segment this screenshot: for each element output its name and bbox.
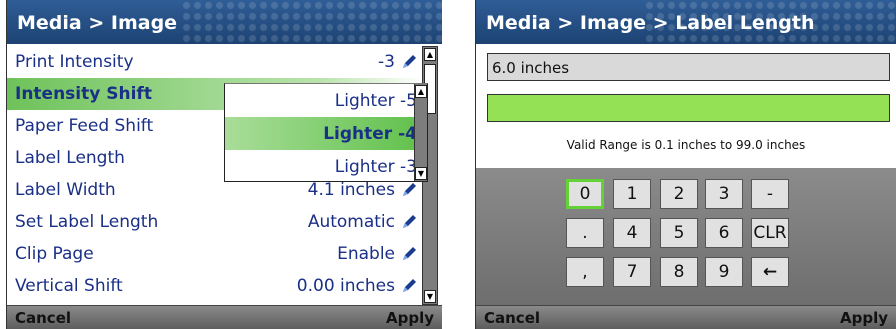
key-minus[interactable]: - (751, 179, 789, 209)
key-5[interactable]: 5 (660, 218, 698, 248)
setting-label: Clip Page (15, 244, 94, 264)
setting-label: Vertical Shift (15, 276, 123, 296)
setting-label: Intensity Shift (15, 84, 152, 104)
setting-value: Automatic (307, 212, 395, 232)
softkey-bar: Cancel Apply (476, 305, 896, 329)
new-value-input[interactable] (487, 94, 890, 122)
dropdown-option-lighter-4[interactable]: Lighter -4 (225, 117, 427, 150)
dropdown-scrollbar[interactable]: ▲ ▼ (414, 84, 427, 181)
key-9[interactable]: 9 (705, 257, 743, 287)
setting-label: Set Label Length (15, 212, 159, 232)
setting-value: 0.00 inches (296, 276, 395, 296)
key-comma[interactable]: , (566, 257, 604, 287)
edit-pencil-icon (403, 183, 416, 196)
scroll-up-arrow-icon[interactable]: ▲ (424, 48, 436, 61)
cancel-button[interactable]: Cancel (15, 309, 71, 327)
edit-pencil-icon (403, 279, 416, 292)
screen-title: Media > Image (17, 12, 178, 34)
key-6[interactable]: 6 (705, 218, 743, 248)
title-bar: Media > Image (7, 0, 442, 44)
current-value-field: 6.0 inches (487, 53, 890, 81)
dropdown-option-lighter-3[interactable]: Lighter -3 (225, 150, 427, 181)
screen-title: Media > Image > Label Length (486, 12, 815, 34)
key-decimal[interactable]: . (566, 218, 604, 248)
edit-pencil-icon (403, 215, 416, 228)
setting-label: Label Width (15, 180, 116, 200)
setting-value: Enable (337, 244, 395, 264)
key-8[interactable]: 8 (660, 257, 698, 287)
backspace-arrow-icon[interactable]: ← (751, 257, 789, 287)
image-settings-screen: Media > Image Print Intensity -3 Intensi… (6, 0, 442, 329)
softkey-bar: Cancel Apply (7, 305, 442, 329)
key-0[interactable]: 0 (566, 179, 604, 209)
scroll-up-arrow-icon[interactable]: ▲ (415, 85, 427, 98)
setting-value: 4.1 inches (307, 180, 395, 200)
apply-button[interactable]: Apply (386, 309, 434, 327)
valid-range-hint: Valid Range is 0.1 inches to 99.0 inches (566, 138, 806, 152)
setting-value: -3 (378, 52, 395, 72)
scroll-down-arrow-icon[interactable]: ▼ (415, 167, 427, 180)
setting-row-set-label-length[interactable]: Set Label Length Automatic (7, 206, 423, 238)
cancel-button[interactable]: Cancel (484, 309, 540, 327)
setting-label: Print Intensity (15, 52, 134, 72)
setting-row-print-intensity[interactable]: Print Intensity -3 (7, 46, 423, 78)
title-bar: Media > Image > Label Length (476, 0, 896, 44)
apply-button[interactable]: Apply (840, 309, 888, 327)
edit-pencil-icon (403, 55, 416, 68)
edit-pencil-icon (403, 247, 416, 260)
intensity-shift-dropdown[interactable]: Lighter -5 Lighter -4 Lighter -3 ▲ ▼ (224, 83, 428, 182)
key-3[interactable]: 3 (705, 179, 743, 209)
key-clear[interactable]: CLR (751, 218, 789, 248)
setting-row-vertical-shift[interactable]: Vertical Shift 0.00 inches (7, 270, 423, 302)
label-length-screen: Media > Image > Label Length 6.0 inches … (475, 0, 896, 329)
numeric-keypad: 0 1 2 3 - . 4 5 6 CLR , 7 8 9 ← (476, 168, 896, 305)
setting-label: Paper Feed Shift (15, 116, 154, 136)
scroll-down-arrow-icon[interactable]: ▼ (424, 290, 436, 303)
key-1[interactable]: 1 (613, 179, 651, 209)
dropdown-option-lighter-5[interactable]: Lighter -5 (225, 84, 427, 117)
setting-label: Label Length (15, 148, 125, 168)
key-4[interactable]: 4 (613, 218, 651, 248)
setting-row-clip-page[interactable]: Clip Page Enable (7, 238, 423, 270)
key-2[interactable]: 2 (660, 179, 698, 209)
key-7[interactable]: 7 (613, 257, 651, 287)
